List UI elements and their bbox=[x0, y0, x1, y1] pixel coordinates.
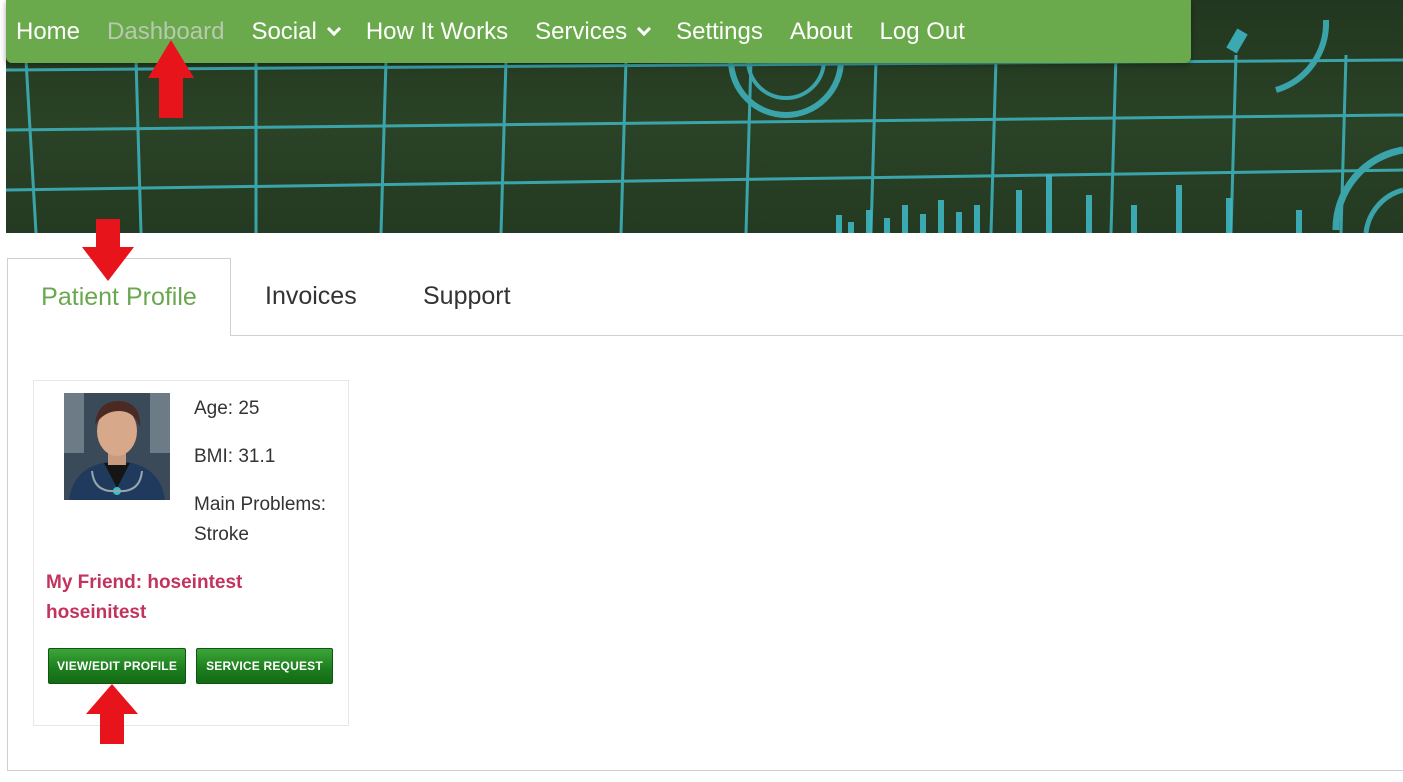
view-edit-profile-label: VIEW/EDIT PROFILE bbox=[56, 659, 178, 673]
tab-patient-profile-label: Patient Profile bbox=[41, 283, 197, 311]
nav-about[interactable]: About bbox=[790, 18, 853, 46]
nav-settings-label: Settings bbox=[676, 17, 763, 45]
nav-services-dropdown[interactable]: Services bbox=[535, 17, 652, 46]
nav-social-label: Social bbox=[251, 17, 317, 45]
nav-social-dropdown[interactable]: Social bbox=[251, 17, 341, 46]
service-request-label: SERVICE REQUEST bbox=[206, 659, 323, 673]
nav-home-label: Home bbox=[16, 17, 81, 45]
main-problems-label: Main Problems: bbox=[194, 494, 326, 515]
tab-divider bbox=[230, 335, 1403, 336]
annotation-arrow-up-icon bbox=[148, 40, 194, 118]
nav-log-out-label: Log Out bbox=[879, 17, 965, 45]
bmi-text: BMI: 31.1 bbox=[194, 446, 276, 467]
service-request-button[interactable]: SERVICE REQUEST bbox=[196, 648, 333, 684]
tab-invoices-label: Invoices bbox=[265, 282, 357, 310]
nav-services-label: Services bbox=[535, 17, 628, 45]
age-text: Age: 25 bbox=[194, 398, 260, 419]
tab-support-label: Support bbox=[423, 282, 511, 310]
avatar bbox=[64, 393, 170, 500]
tab-invoices[interactable]: Invoices bbox=[265, 282, 357, 311]
tab-support[interactable]: Support bbox=[423, 282, 511, 311]
chevron-down-icon bbox=[637, 21, 652, 36]
nav-home[interactable]: Home bbox=[16, 18, 80, 46]
nav-about-label: About bbox=[789, 17, 853, 45]
nav-log-out[interactable]: Log Out bbox=[880, 18, 965, 46]
view-edit-profile-button[interactable]: VIEW/EDIT PROFILE bbox=[48, 648, 186, 684]
nav-settings[interactable]: Settings bbox=[676, 18, 763, 46]
friend-link[interactable]: My Friend: hoseintest hoseinitest bbox=[46, 568, 336, 628]
nav-how-it-works[interactable]: How It Works bbox=[366, 18, 508, 46]
main-problems-value: Stroke bbox=[194, 524, 249, 545]
chevron-down-icon bbox=[326, 21, 341, 36]
nav-how-it-works-label: How It Works bbox=[365, 17, 509, 45]
annotation-arrow-up-icon bbox=[86, 684, 138, 744]
annotation-arrow-down-icon bbox=[82, 219, 134, 281]
